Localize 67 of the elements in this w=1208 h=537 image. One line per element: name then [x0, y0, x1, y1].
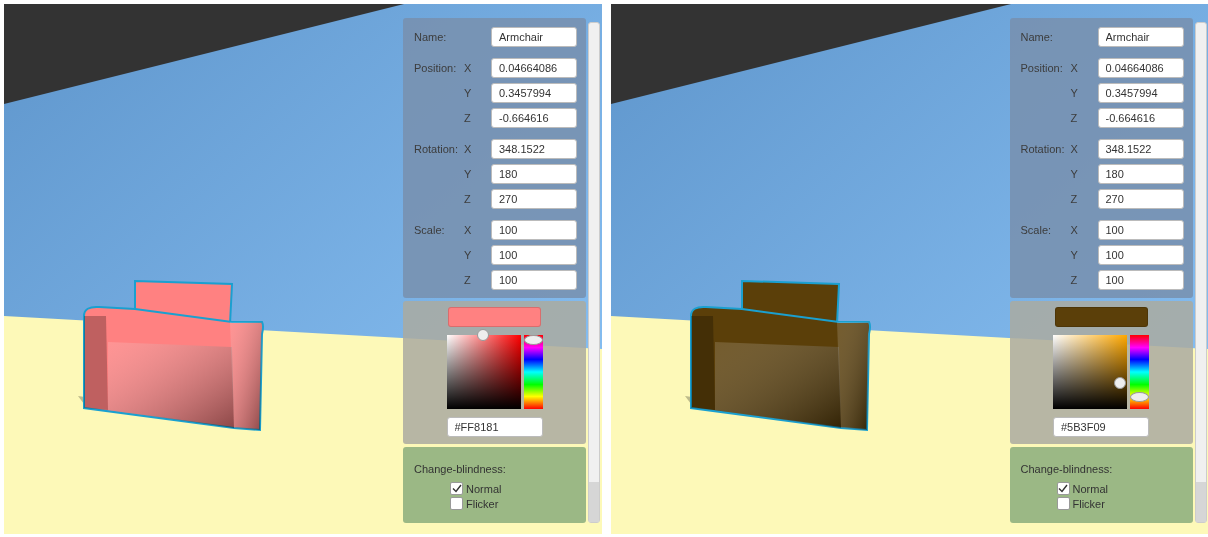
- value-field[interactable]: 180: [1097, 164, 1184, 184]
- option-label: Normal: [466, 482, 502, 495]
- group-label: Position:: [1020, 62, 1064, 74]
- value-field[interactable]: 100: [1097, 245, 1184, 265]
- axis-label: Y: [1070, 87, 1079, 99]
- axis-label: X: [464, 224, 473, 236]
- axis-label: X: [464, 62, 473, 74]
- value-field[interactable]: 0.04664086: [1097, 58, 1184, 78]
- checkbox[interactable]: [450, 482, 463, 495]
- value-field[interactable]: 0.3457994: [1097, 83, 1184, 103]
- value-field[interactable]: 100: [491, 245, 577, 265]
- hue-handle[interactable]: [1130, 391, 1149, 402]
- value-field[interactable]: 180: [491, 164, 577, 184]
- scrollbar[interactable]: [588, 22, 600, 523]
- axis-label: X: [1070, 62, 1079, 74]
- value-field[interactable]: 270: [491, 189, 577, 209]
- axis-label: Y: [464, 168, 473, 180]
- axis-label: Z: [464, 193, 472, 205]
- checkbox[interactable]: [450, 497, 463, 510]
- checkbox[interactable]: [1056, 497, 1070, 510]
- value-field[interactable]: 348.1522: [491, 139, 577, 159]
- group-label: Scale:: [414, 224, 446, 236]
- value-field[interactable]: 100: [491, 220, 577, 240]
- name-field[interactable]: Armchair: [491, 27, 577, 47]
- hue-handle[interactable]: [523, 335, 543, 345]
- scrollbar-thumb[interactable]: [1195, 482, 1206, 522]
- name-field[interactable]: Armchair: [1097, 27, 1184, 47]
- value-field[interactable]: 0.3457994: [491, 83, 577, 103]
- value-field[interactable]: 270: [1097, 189, 1184, 209]
- axis-label: X: [1070, 224, 1079, 236]
- change-blindness-label: Change-blindness:: [414, 463, 507, 475]
- axis-label: Z: [1070, 193, 1079, 205]
- axis-label: Z: [464, 274, 472, 286]
- value-field[interactable]: 348.1522: [1097, 139, 1184, 159]
- checkbox[interactable]: [1056, 482, 1070, 495]
- axis-label: Y: [1070, 249, 1079, 261]
- value-field[interactable]: -0.664616: [491, 108, 577, 128]
- axis-label: X: [464, 143, 473, 155]
- value-field[interactable]: 100: [491, 270, 577, 290]
- axis-label: Y: [1070, 168, 1079, 180]
- option-label: Normal: [1072, 482, 1108, 495]
- picker-handle[interactable]: [1113, 376, 1126, 389]
- change-blindness-label: Change-blindness:: [1020, 463, 1114, 475]
- picker-handle[interactable]: [477, 329, 490, 341]
- value-field[interactable]: -0.664616: [1097, 108, 1184, 128]
- hue-slider[interactable]: [523, 335, 543, 409]
- group-label: Position:: [414, 62, 458, 74]
- value-field[interactable]: 100: [1097, 220, 1184, 240]
- value-field[interactable]: 0.04664086: [491, 58, 577, 78]
- axis-label: X: [1070, 143, 1079, 155]
- axis-label: Y: [464, 87, 473, 99]
- group-label: Rotation:: [1020, 143, 1066, 155]
- axis-label: Z: [1070, 112, 1079, 124]
- axis-label: Y: [464, 249, 473, 261]
- option-label: Flicker: [1072, 497, 1105, 510]
- axis-label: Z: [1070, 274, 1079, 286]
- axis-label: Z: [464, 112, 472, 124]
- scrollbar-thumb[interactable]: [589, 482, 599, 522]
- group-label: Rotation:: [414, 143, 460, 155]
- option-label: Flicker: [466, 497, 499, 510]
- hex-field[interactable]: #FF8181: [446, 417, 543, 437]
- hex-field[interactable]: #5B3F09: [1053, 417, 1149, 437]
- group-label: Scale:: [1020, 224, 1053, 236]
- hue-slider[interactable]: [1130, 335, 1149, 409]
- value-field[interactable]: 100: [1097, 270, 1184, 290]
- name-label: Name:: [414, 31, 448, 43]
- name-label: Name:: [1020, 31, 1054, 43]
